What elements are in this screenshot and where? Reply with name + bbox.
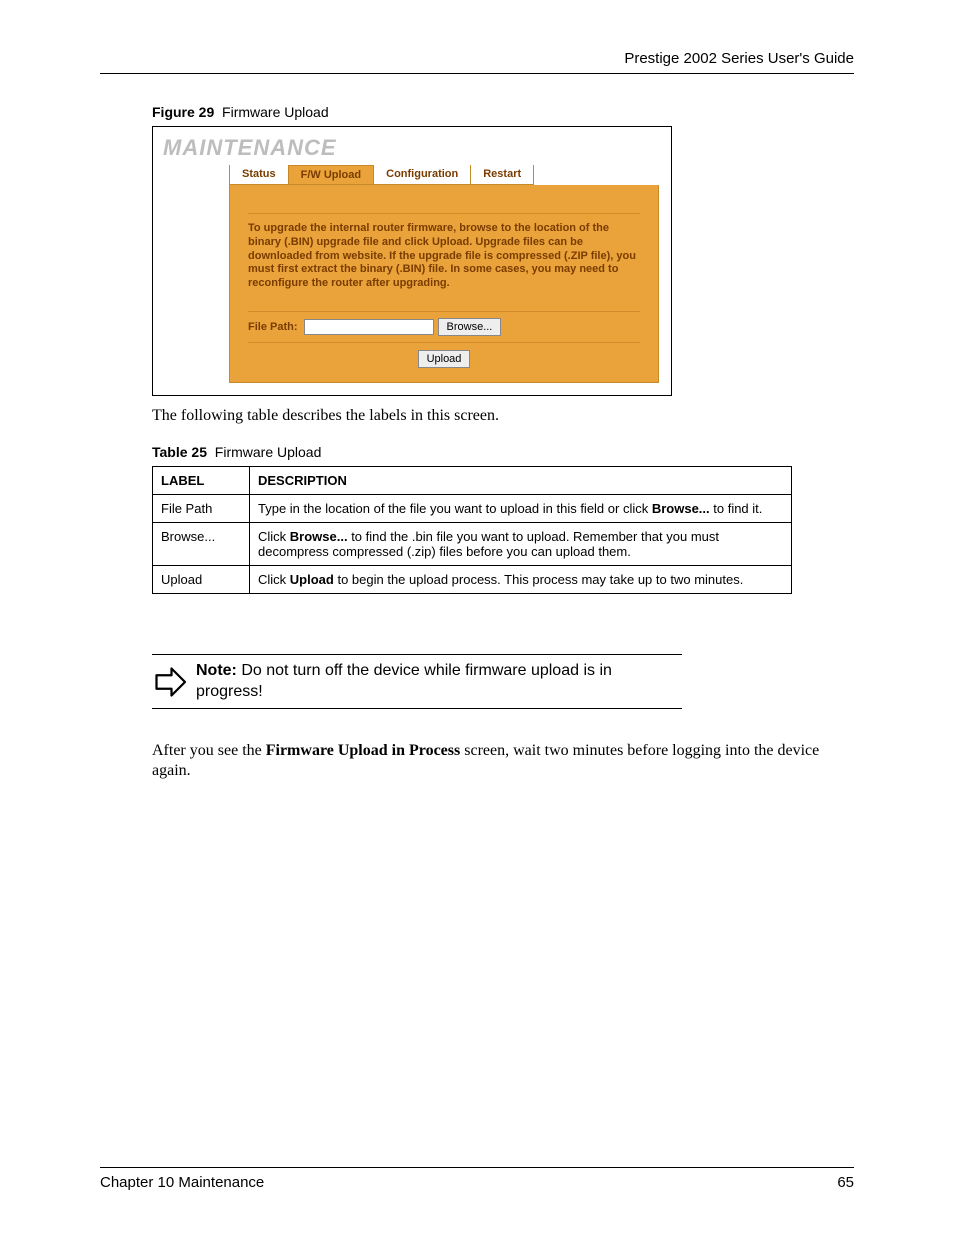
description-table: LABEL DESCRIPTION File Path Type in the … — [152, 466, 792, 594]
figure-caption: Figure 29 Firmware Upload — [152, 104, 854, 120]
row-label: Upload — [153, 565, 250, 593]
table-caption: Table 25 Firmware Upload — [152, 444, 854, 460]
filepath-row: File Path: Browse... — [248, 311, 640, 343]
upload-instructions: To upgrade the internal router firmware,… — [248, 213, 640, 291]
figure-caption-text: Firmware Upload — [222, 104, 329, 120]
arrow-icon — [152, 664, 188, 700]
row-label: Browse... — [153, 522, 250, 565]
table-header-row: LABEL DESCRIPTION — [153, 466, 792, 494]
firmware-upload-screenshot: MAINTENANCE Status F/W Upload Configurat… — [152, 126, 672, 396]
row-label: File Path — [153, 494, 250, 522]
footer-right: 65 — [837, 1174, 854, 1191]
figure-label: Figure 29 — [152, 104, 214, 120]
note-prefix: Note: — [196, 662, 237, 679]
filepath-label: File Path: — [248, 321, 298, 333]
tab-restart[interactable]: Restart — [471, 165, 534, 185]
footer: Chapter 10 Maintenance 65 — [100, 1167, 854, 1191]
row-desc: Type in the location of the file you wan… — [250, 494, 792, 522]
footer-rule — [100, 1167, 854, 1168]
intro-text: The following table describes the labels… — [152, 406, 854, 426]
after-note-text: After you see the Firmware Upload in Pro… — [152, 741, 854, 781]
col-label: LABEL — [153, 466, 250, 494]
filepath-input[interactable] — [304, 319, 434, 335]
note-block: Note: Do not turn off the device while f… — [152, 654, 682, 710]
maintenance-title: MAINTENANCE — [153, 127, 671, 165]
table-caption-text: Firmware Upload — [215, 444, 322, 460]
upload-button[interactable]: Upload — [418, 350, 471, 368]
note-rule-bottom — [152, 708, 682, 709]
tab-configuration[interactable]: Configuration — [374, 165, 471, 185]
note-content: Do not turn off the device while firmwar… — [196, 662, 612, 700]
note-text: Note: Do not turn off the device while f… — [196, 661, 682, 703]
row-desc: Click Upload to begin the upload process… — [250, 565, 792, 593]
tab-fw-upload[interactable]: F/W Upload — [289, 165, 375, 185]
table-row: Upload Click Upload to begin the upload … — [153, 565, 792, 593]
row-desc: Click Browse... to find the .bin file yo… — [250, 522, 792, 565]
tab-bar: Status F/W Upload Configuration Restart — [229, 165, 671, 185]
table-row: File Path Type in the location of the fi… — [153, 494, 792, 522]
browse-button[interactable]: Browse... — [438, 318, 502, 336]
header-rule — [100, 73, 854, 74]
table-label: Table 25 — [152, 444, 207, 460]
footer-left: Chapter 10 Maintenance — [100, 1174, 264, 1191]
tab-status[interactable]: Status — [229, 165, 289, 185]
header-title: Prestige 2002 Series User's Guide — [100, 50, 854, 73]
col-description: DESCRIPTION — [250, 466, 792, 494]
table-row: Browse... Click Browse... to find the .b… — [153, 522, 792, 565]
upload-panel: To upgrade the internal router firmware,… — [229, 185, 659, 383]
